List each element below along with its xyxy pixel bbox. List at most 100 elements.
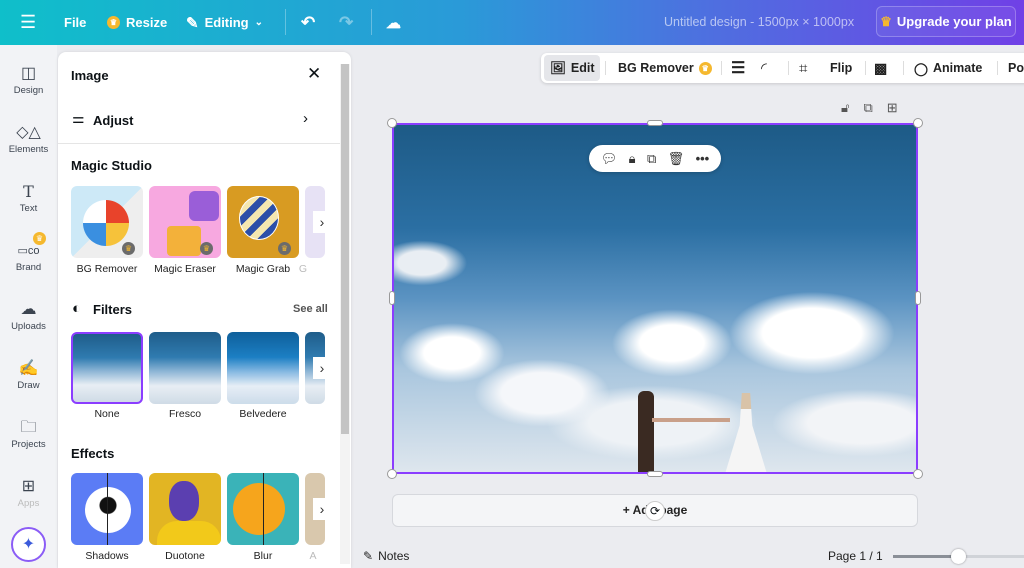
animate-button[interactable]: ◯ Animate (914, 53, 982, 83)
scrollbar-thumb[interactable] (341, 64, 349, 434)
adjust-row[interactable]: ⚌ Adjust › (58, 108, 340, 132)
transparency-icon[interactable]: ▩ (874, 53, 887, 83)
bg-remover-button[interactable]: BG Remover ♛ (618, 53, 712, 83)
redo-icon[interactable]: ↷ (339, 0, 353, 45)
divider (371, 9, 372, 35)
resize-handle[interactable] (387, 118, 397, 128)
crown-icon: ♛ (107, 16, 120, 29)
resize-handle[interactable] (647, 471, 663, 477)
divider (788, 61, 789, 75)
file-menu[interactable]: File (64, 0, 86, 45)
tile-label: G (298, 263, 308, 275)
editing-dropdown[interactable]: ✎ Editing ⌄ (186, 0, 263, 45)
element-floating-toolbar: 💬︎ 🔒︎ ⧉ 🗑︎ ••• (589, 145, 721, 172)
sidebar-item-text[interactable]: T Text (0, 181, 57, 214)
hamburger-icon[interactable]: ☰ (20, 0, 36, 45)
resize-label: Resize (126, 15, 168, 30)
trash-icon[interactable]: 🗑︎ (668, 151, 685, 167)
cloud-upload-icon: ☁ (20, 301, 37, 318)
comment-add-icon[interactable]: 💬︎ (601, 151, 618, 167)
lock-icon[interactable]: 🔓︎ (841, 100, 849, 116)
divider (58, 143, 340, 144)
tile-label: None (94, 408, 120, 420)
sidebar-item-elements[interactable]: ◇△ Elements (0, 122, 57, 155)
pencil-icon: ✎ (186, 14, 199, 32)
upgrade-label: Upgrade your plan (896, 14, 1012, 29)
tile-label: Blur (253, 550, 273, 562)
tile-label: BG Remover (76, 263, 138, 275)
flip-button[interactable]: Flip (830, 53, 852, 83)
notes-button[interactable]: ✎ Notes (363, 549, 409, 563)
sidebar-label: Text (19, 203, 38, 214)
resize-handle[interactable] (913, 118, 923, 128)
zoom-slider[interactable] (893, 549, 1024, 564)
sidebar-item-draw[interactable]: ✍ Draw (0, 358, 57, 391)
chevron-right-icon[interactable]: › (313, 498, 331, 520)
sidebar-item-uploads[interactable]: ☁ Uploads (0, 299, 57, 332)
notes-label: Notes (378, 549, 410, 563)
resize-handle[interactable] (647, 120, 663, 126)
notes-icon: ✎ (363, 549, 374, 563)
resize-handle[interactable] (389, 291, 395, 305)
chevron-right-icon: › (303, 110, 308, 127)
panel-scrollbar[interactable] (340, 64, 350, 564)
effect-shadows[interactable] (71, 473, 143, 545)
panel-title: Image (71, 68, 109, 83)
upgrade-button[interactable]: ♛ Upgrade your plan (876, 6, 1016, 37)
crown-icon: ♛ (278, 242, 291, 255)
cloud-saved-icon[interactable]: ☁ (386, 0, 401, 45)
crop-icon[interactable]: ⌗ (799, 53, 807, 83)
undo-icon[interactable]: ↶ (301, 0, 315, 45)
edit-button[interactable]: 🖼 Edit (544, 55, 601, 81)
divider (903, 61, 904, 75)
corner-rounding-icon[interactable]: ◜ (761, 53, 767, 83)
chevron-right-icon[interactable]: › (313, 211, 331, 233)
effect-duotone[interactable] (149, 473, 221, 545)
filter-belvedere[interactable] (227, 332, 299, 404)
page-actions: 🔓︎ ⧉ ⊞ (841, 100, 898, 116)
selection-frame (392, 123, 918, 474)
crown-icon: ♛ (33, 232, 46, 245)
resize-handle[interactable] (913, 469, 923, 479)
design-title[interactable]: Untitled design - 1500px × 1000px (664, 15, 854, 29)
zoom-slider-fill (893, 555, 958, 558)
sidebar-item-design[interactable]: ◫ Design (0, 63, 57, 96)
resize-handle[interactable] (387, 469, 397, 479)
sparkle-icon: ✦ (21, 536, 36, 553)
crown-icon: ♛ (200, 242, 213, 255)
sidebar-item-brand[interactable]: ▭co Brand ♛ (0, 232, 57, 273)
sidebar-item-projects[interactable]: 🗀 Projects (0, 417, 57, 450)
divider (997, 61, 998, 75)
lock-icon[interactable]: 🔒︎ (629, 151, 636, 167)
duplicate-icon[interactable]: ⧉ (647, 151, 656, 167)
see-all-link[interactable]: See all (293, 303, 328, 315)
top-bar: ☰ File ♛ Resize ✎ Editing ⌄ ↶ ↷ ☁ Untitled … (0, 0, 1024, 45)
chevron-right-icon[interactable]: › (313, 357, 331, 379)
page-indicator[interactable]: Page 1 / 1 (828, 549, 883, 563)
zoom-slider-thumb[interactable] (951, 549, 966, 564)
folder-icon: 🗀 (20, 419, 37, 436)
resize-button[interactable]: ♛ Resize (107, 0, 167, 45)
position-button[interactable]: Pos (1008, 53, 1024, 83)
filter-fresco[interactable] (149, 332, 221, 404)
apps-icon: ⊞ (21, 478, 36, 495)
image-edit-panel: Image ✕ ⚌ Adjust › Magic Studio › ♛ ♛ ♛ … (58, 52, 351, 568)
duplicate-page-icon[interactable]: ⧉ (863, 100, 872, 116)
sidebar-label: Apps (17, 498, 40, 509)
sidebar-label: Projects (11, 439, 46, 450)
context-toolbar: 🖼 Edit BG Remover ♛ ☰ ◜ ⌗ Flip ▩ ◯ Animate … (541, 53, 1024, 83)
filter-none[interactable] (71, 332, 143, 404)
sidebar-item-apps[interactable]: ⊞ Apps (0, 476, 57, 509)
effect-blur[interactable] (227, 473, 299, 545)
add-page-icon[interactable]: ⊞ (887, 100, 898, 116)
resize-handle[interactable] (915, 291, 921, 305)
magic-assistant-button[interactable]: ✦ (11, 527, 46, 562)
sidebar-label: Design (13, 85, 44, 96)
animate-label: Animate (933, 61, 983, 75)
border-style-icon[interactable]: ☰ (731, 53, 745, 83)
more-icon[interactable]: ••• (696, 151, 710, 166)
close-icon[interactable]: ✕ (307, 64, 321, 84)
rotate-icon[interactable]: ⟳ (645, 501, 665, 521)
divider (721, 61, 722, 75)
adjust-label: Adjust (93, 113, 134, 128)
